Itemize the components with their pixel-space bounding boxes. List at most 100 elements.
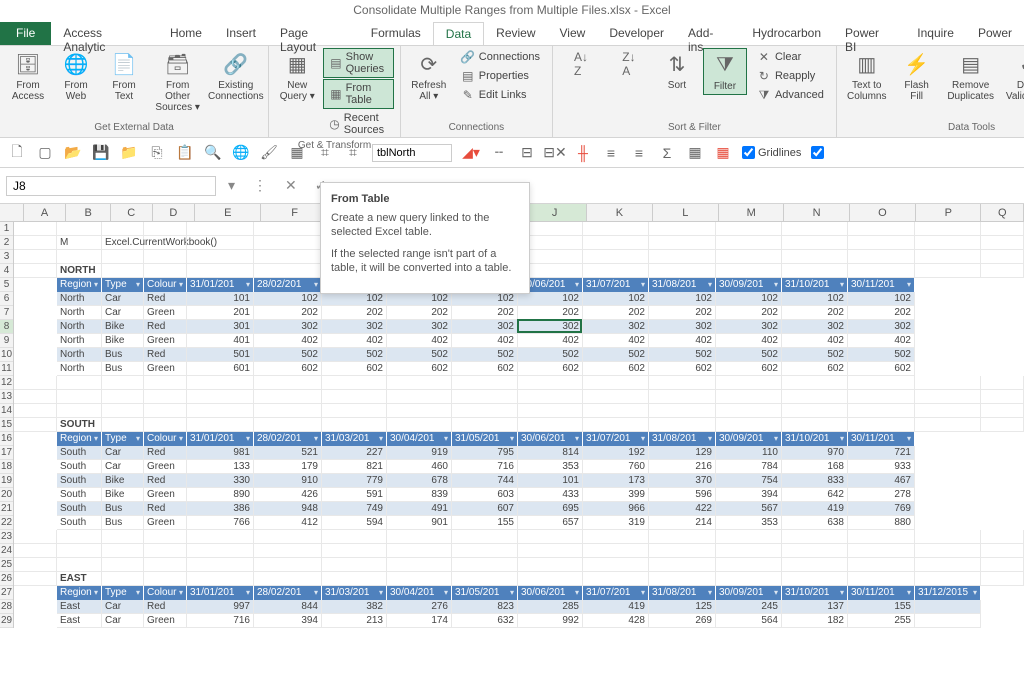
- freeze-icon[interactable]: ╫: [574, 144, 592, 162]
- table-cell[interactable]: 491: [387, 502, 452, 516]
- table-cell[interactable]: 319: [583, 516, 649, 530]
- table-cell[interactable]: 278: [848, 488, 915, 502]
- table-cell[interactable]: South: [57, 516, 102, 530]
- table-cell[interactable]: 302: [848, 320, 915, 334]
- row-header[interactable]: 1: [0, 222, 13, 236]
- table-cell[interactable]: Bus: [102, 516, 144, 530]
- table-cell[interactable]: 402: [452, 334, 518, 348]
- table-cell[interactable]: 981: [187, 446, 254, 460]
- table-cell[interactable]: 102: [649, 292, 716, 306]
- table-cell[interactable]: 285: [518, 600, 583, 614]
- table-cell[interactable]: 101: [518, 474, 583, 488]
- table-name-input[interactable]: [372, 144, 452, 162]
- table-cell[interactable]: North: [57, 362, 102, 376]
- grid-icon[interactable]: ▦: [288, 144, 306, 162]
- table-cell[interactable]: 744: [452, 474, 518, 488]
- table-cell[interactable]: 602: [716, 362, 782, 376]
- table-cell[interactable]: East: [57, 600, 102, 614]
- brush-icon[interactable]: 🖌: [260, 144, 278, 162]
- delete-row-icon[interactable]: ⊟✕: [546, 144, 564, 162]
- cancel-icon[interactable]: ✕: [279, 177, 303, 194]
- row-header[interactable]: 18: [0, 460, 13, 474]
- table-cell[interactable]: 402: [254, 334, 322, 348]
- table-cell[interactable]: 632: [452, 614, 518, 628]
- table-cell[interactable]: Car: [102, 306, 144, 320]
- table-cell[interactable]: 179: [254, 460, 322, 474]
- table-cell[interactable]: Green: [144, 488, 187, 502]
- table-cell[interactable]: 302: [782, 320, 848, 334]
- merge-icon[interactable]: ⊟: [518, 144, 536, 162]
- col-header[interactable]: P: [916, 204, 981, 221]
- table-cell[interactable]: 216: [649, 460, 716, 474]
- table-cell[interactable]: Green: [144, 362, 187, 376]
- table-cell[interactable]: 467: [848, 474, 915, 488]
- table-cell[interactable]: 948: [254, 502, 322, 516]
- table-cell[interactable]: 168: [782, 460, 848, 474]
- table-header-cell[interactable]: 28/02/201▾: [254, 586, 322, 600]
- table-cell[interactable]: Bike: [102, 334, 144, 348]
- chart-icon[interactable]: ▦: [714, 144, 732, 162]
- table-cell[interactable]: 330: [187, 474, 254, 488]
- sum-icon[interactable]: Σ: [658, 144, 676, 162]
- advanced-button[interactable]: ⧩Advanced: [751, 86, 830, 104]
- table-cell[interactable]: 502: [583, 348, 649, 362]
- table-cell[interactable]: 821: [322, 460, 387, 474]
- table-cell[interactable]: 997: [187, 600, 254, 614]
- col-header[interactable]: A: [24, 204, 67, 221]
- table-cell[interactable]: 760: [583, 460, 649, 474]
- table-cell[interactable]: 412: [254, 516, 322, 530]
- table-cell[interactable]: North: [57, 334, 102, 348]
- table-cell[interactable]: 102: [782, 292, 848, 306]
- table-cell[interactable]: 678: [387, 474, 452, 488]
- table-cell[interactable]: 716: [187, 614, 254, 628]
- table-cell[interactable]: 890: [187, 488, 254, 502]
- tab-page-layout[interactable]: Page Layout: [268, 22, 359, 45]
- table-cell[interactable]: Car: [102, 614, 144, 628]
- table-cell[interactable]: 501: [187, 348, 254, 362]
- table-cell[interactable]: 970: [782, 446, 848, 460]
- table-header-cell[interactable]: Region▾: [57, 586, 102, 600]
- table-header-cell[interactable]: 31/05/201▾: [452, 432, 518, 446]
- tab-insert[interactable]: Insert: [214, 22, 268, 45]
- table-cell[interactable]: 754: [716, 474, 782, 488]
- col-header[interactable]: J: [523, 204, 587, 221]
- row-header[interactable]: 24: [0, 544, 13, 558]
- table-cell[interactable]: Red: [144, 502, 187, 516]
- table-cell[interactable]: Red: [144, 474, 187, 488]
- table-cell[interactable]: 269: [649, 614, 716, 628]
- table-cell[interactable]: 779: [322, 474, 387, 488]
- open-icon[interactable]: 📂: [64, 144, 82, 162]
- table-cell[interactable]: 607: [452, 502, 518, 516]
- table-header-cell[interactable]: 30/06/201▾: [518, 432, 583, 446]
- gridlines-checkbox[interactable]: Gridlines: [742, 146, 801, 159]
- sort-za-button[interactable]: Z↓A: [607, 48, 651, 80]
- table-cell[interactable]: 603: [452, 488, 518, 502]
- table-header-cell[interactable]: 31/03/201▾: [322, 586, 387, 600]
- from-other-button[interactable]: 🗃From Other Sources ▾: [150, 48, 205, 115]
- table-cell[interactable]: 433: [518, 488, 583, 502]
- row-header[interactable]: 7: [0, 306, 13, 320]
- table-cell[interactable]: 102: [452, 292, 518, 306]
- gridlines-input[interactable]: [742, 146, 755, 159]
- table-cell[interactable]: 302: [387, 320, 452, 334]
- table-header-cell[interactable]: 30/09/201▾: [716, 586, 782, 600]
- row-header[interactable]: 21: [0, 502, 13, 516]
- table-cell[interactable]: 784: [716, 460, 782, 474]
- table-cell[interactable]: Car: [102, 460, 144, 474]
- table-cell[interactable]: Red: [144, 292, 187, 306]
- pivot-icon[interactable]: ▦: [686, 144, 704, 162]
- table-cell[interactable]: 155: [452, 516, 518, 530]
- table-cell[interactable]: 695: [518, 502, 583, 516]
- table-cell[interactable]: 102: [583, 292, 649, 306]
- row-header[interactable]: 4: [0, 264, 13, 278]
- file-tab[interactable]: File: [0, 22, 51, 45]
- table-cell[interactable]: 302: [452, 320, 518, 334]
- zoom-icon[interactable]: 🔍: [204, 144, 222, 162]
- ungroup-icon[interactable]: ⌗: [316, 144, 334, 162]
- tab-power[interactable]: Power: [966, 22, 1024, 45]
- table-header-cell[interactable]: 30/09/201▾: [716, 278, 782, 292]
- table-cell[interactable]: 402: [782, 334, 848, 348]
- from-table-button[interactable]: ▦From Table: [323, 79, 394, 109]
- table-cell[interactable]: North: [57, 292, 102, 306]
- table-cell[interactable]: 502: [452, 348, 518, 362]
